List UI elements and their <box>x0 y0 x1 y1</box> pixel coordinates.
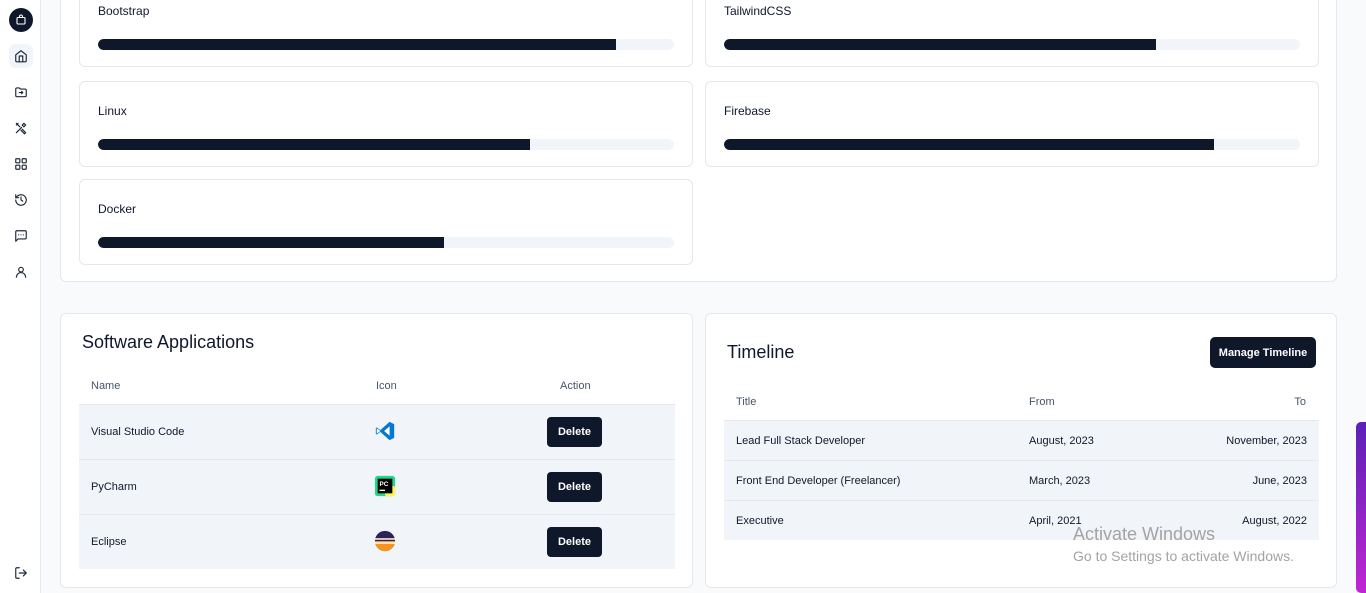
skill-name: Linux <box>98 104 127 118</box>
skill-name: Docker <box>98 202 137 216</box>
skill-progress-bar <box>98 39 674 50</box>
delete-button[interactable]: Delete <box>547 417 602 447</box>
skill-progress-bar <box>724 139 1300 150</box>
column-header-name: Name <box>91 380 121 392</box>
sidebar-item-home[interactable] <box>9 44 33 68</box>
watermark-title: Activate Windows <box>1073 524 1216 544</box>
table-row: Lead Full Stack Developer August, 2023 N… <box>724 420 1319 460</box>
column-header-title: Title <box>736 396 757 408</box>
skill-item: Linux <box>79 81 693 167</box>
pycharm-icon: PC <box>374 475 396 497</box>
software-applications-card: Software Applications Name Icon Action V… <box>60 313 693 588</box>
eclipse-icon <box>374 530 396 552</box>
logout-icon <box>15 567 27 579</box>
skill-progress-bar <box>98 237 674 248</box>
skill-item: TailwindCSS <box>705 0 1319 67</box>
column-header-icon: Icon <box>376 380 397 392</box>
skill-name: TailwindCSS <box>724 4 792 18</box>
timeline-from: March, 2023 <box>1029 475 1091 487</box>
timeline-title: Front End Developer (Freelancer) <box>736 475 901 487</box>
skill-name: Bootstrap <box>98 4 150 18</box>
manage-timeline-button[interactable]: Manage Timeline <box>1210 337 1316 368</box>
table-row: Visual Studio Code Delete <box>79 404 675 459</box>
grid-icon <box>15 158 27 170</box>
folder-icon <box>15 87 27 98</box>
skills-card: Bootstrap TailwindCSS Linux Firebase Doc… <box>60 0 1337 282</box>
sidebar-item-profile[interactable] <box>9 260 33 284</box>
activate-windows-watermark: Activate Windows Go to Settings to activ… <box>1073 524 1294 564</box>
delete-button[interactable]: Delete <box>547 527 602 557</box>
logout-button[interactable] <box>9 561 33 585</box>
table-row: Front End Developer (Freelancer) March, … <box>724 460 1319 500</box>
sidebar <box>0 0 41 593</box>
sidebar-item-timeline[interactable] <box>9 188 33 212</box>
watermark-subtitle: Go to Settings to activate Windows. <box>1073 548 1294 564</box>
briefcase-icon <box>16 14 26 25</box>
skill-item: Bootstrap <box>79 0 693 67</box>
timeline-from: August, 2023 <box>1029 435 1094 447</box>
column-header-action: Action <box>560 380 591 392</box>
table-row: Eclipse Delete <box>79 514 675 569</box>
software-name: PyCharm <box>91 481 137 493</box>
software-card-title: Software Applications <box>82 332 255 352</box>
sidebar-item-skills[interactable] <box>9 116 33 140</box>
skill-progress-fill <box>724 139 1214 150</box>
column-header-from: From <box>1029 396 1055 408</box>
tools-icon <box>15 122 27 135</box>
timeline-to: June, 2023 <box>1252 475 1307 487</box>
logo[interactable] <box>9 8 33 32</box>
skill-item: Firebase <box>705 81 1319 167</box>
sidebar-item-apps[interactable] <box>9 152 33 176</box>
timeline-title: Executive <box>736 515 784 527</box>
column-header-to: To <box>1294 396 1306 408</box>
skill-name: Firebase <box>724 104 771 118</box>
table-row: PyCharm PC Delete <box>79 459 675 514</box>
software-name: Visual Studio Code <box>91 426 185 438</box>
message-icon <box>15 230 27 242</box>
scrollbar-thumb[interactable] <box>1356 422 1366 593</box>
timeline-title: Lead Full Stack Developer <box>736 435 866 447</box>
skill-progress-fill <box>98 39 617 50</box>
skill-progress-bar <box>724 39 1300 50</box>
home-icon <box>15 50 27 63</box>
skill-progress-fill <box>98 139 530 150</box>
vscode-icon <box>375 421 395 441</box>
sidebar-item-messages[interactable] <box>9 224 33 248</box>
svg-text:PC: PC <box>380 481 389 488</box>
software-name: Eclipse <box>91 536 127 548</box>
timeline-to: November, 2023 <box>1226 435 1307 447</box>
timeline-card-title: Timeline <box>727 342 795 362</box>
delete-button[interactable]: Delete <box>547 472 602 502</box>
user-icon <box>15 266 27 278</box>
skill-progress-bar <box>98 139 674 150</box>
skill-progress-fill <box>724 39 1156 50</box>
skill-item: Docker <box>79 179 693 265</box>
history-icon <box>15 194 27 206</box>
sidebar-item-projects[interactable] <box>9 80 33 104</box>
skill-progress-fill <box>98 237 444 248</box>
